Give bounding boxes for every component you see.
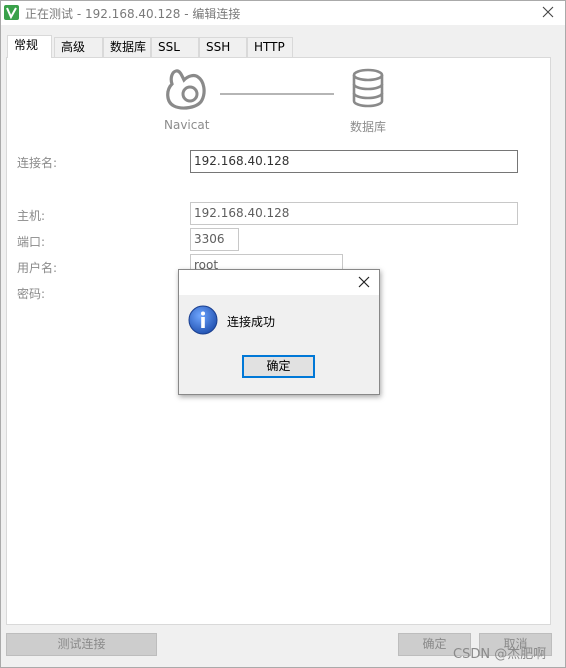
watermark: CSDN @杰肥啊 xyxy=(453,647,547,662)
port-label: 端口: xyxy=(17,235,46,249)
edit-connection-window: 正在测试 - 192.168.40.128 - 编辑连接 常规 高级 数据库 S… xyxy=(0,0,566,668)
connection-name-label: 连接名: xyxy=(17,156,58,170)
username-label: 用户名: xyxy=(17,261,58,275)
connection-success-dialog: 连接成功 确定 xyxy=(178,269,380,395)
connector-line xyxy=(220,93,334,95)
tab-http[interactable]: HTTP xyxy=(247,37,293,58)
dialog-title-bar xyxy=(179,270,379,295)
navicat-label: Navicat xyxy=(164,118,210,132)
connection-name-input[interactable]: 192.168.40.128 xyxy=(190,150,518,173)
dialog-close-icon[interactable] xyxy=(357,275,371,289)
database-label: 数据库 xyxy=(350,120,387,134)
port-input[interactable]: 3306 xyxy=(190,228,239,251)
navicat-logo-icon xyxy=(166,69,206,110)
password-label: 密码: xyxy=(17,287,46,301)
dialog-message: 连接成功 xyxy=(227,315,276,329)
host-label: 主机: xyxy=(17,209,46,223)
database-icon xyxy=(352,68,384,108)
title-bar: 正在测试 - 192.168.40.128 - 编辑连接 xyxy=(1,1,565,25)
tab-advanced[interactable]: 高级 xyxy=(54,37,103,58)
tab-ssl[interactable]: SSL xyxy=(151,37,199,58)
info-icon xyxy=(188,305,218,335)
close-icon[interactable] xyxy=(539,3,557,21)
host-input[interactable]: 192.168.40.128 xyxy=(190,202,518,225)
navicat-app-icon xyxy=(4,5,19,20)
tab-databases[interactable]: 数据库 xyxy=(103,37,151,58)
tab-general[interactable]: 常规 xyxy=(7,35,52,58)
test-connection-button[interactable]: 测试连接 xyxy=(6,633,157,656)
window-title: 正在测试 - 192.168.40.128 - 编辑连接 xyxy=(25,7,241,21)
dialog-ok-button[interactable]: 确定 xyxy=(242,355,315,378)
tab-ssh[interactable]: SSH xyxy=(199,37,247,58)
